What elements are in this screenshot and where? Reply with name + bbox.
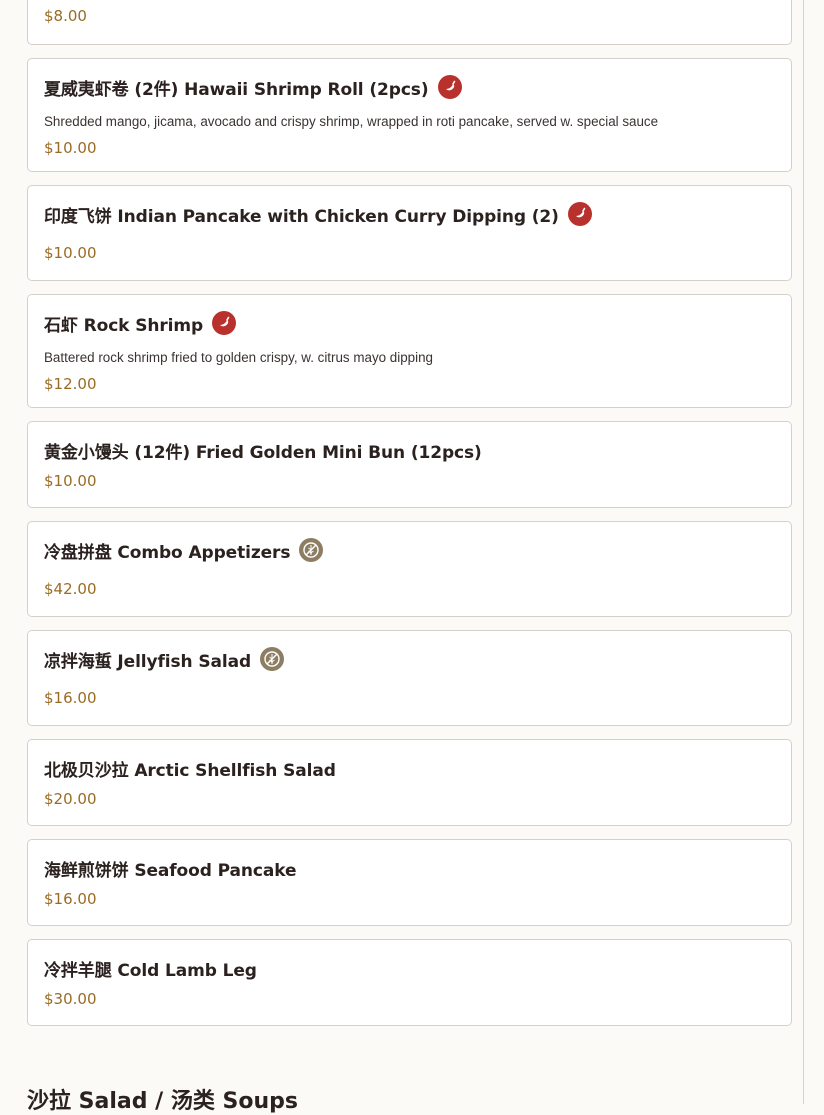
item-price: $8.00 [44, 7, 87, 25]
item-price: $20.00 [44, 790, 97, 808]
item-price: $10.00 [44, 472, 97, 490]
item-price: $30.00 [44, 990, 97, 1008]
gluten-free-icon [260, 647, 285, 671]
item-name: 夏威夷虾卷 (2件) Hawaii Shrimp Roll (2pcs) [44, 79, 429, 100]
gluten-free-icon [299, 538, 324, 562]
menu-item-list: $8.00 夏威夷虾卷 (2件) Hawaii Shrimp Roll (2pc… [27, 0, 792, 1039]
menu-item-card[interactable]: 海鲜煎饼饼 Seafood Pancake $16.00 [27, 839, 792, 926]
section-heading: 沙拉 Salad / 汤类 Soups [27, 1089, 298, 1114]
item-name: 印度飞饼 Indian Pancake with Chicken Curry D… [44, 206, 559, 227]
item-description: Battered rock shrimp fried to golden cri… [44, 350, 433, 365]
item-name: 冷拌羊腿 Cold Lamb Leg [44, 960, 257, 981]
page-divider [803, 0, 804, 1104]
chili-pepper-icon [437, 75, 462, 99]
item-price: $16.00 [44, 890, 97, 908]
item-price: $42.00 [44, 580, 97, 598]
item-price: $10.00 [44, 244, 97, 262]
menu-item-card[interactable]: 冷盘拼盘 Combo Appetizers $42.00 [27, 521, 792, 617]
item-name: 石虾 Rock Shrimp [44, 315, 204, 336]
item-name: 北极贝沙拉 Arctic Shellfish Salad [44, 760, 336, 781]
item-price: $10.00 [44, 139, 97, 157]
menu-item-card[interactable]: $8.00 [27, 0, 792, 45]
menu-item-card[interactable]: 印度飞饼 Indian Pancake with Chicken Curry D… [27, 185, 792, 281]
item-price: $16.00 [44, 689, 97, 707]
item-name: 凉拌海蜇 Jellyfish Salad [44, 651, 252, 672]
menu-item-card[interactable]: 冷拌羊腿 Cold Lamb Leg $30.00 [27, 939, 792, 1026]
menu-item-card[interactable]: 凉拌海蜇 Jellyfish Salad $16.00 [27, 630, 792, 726]
menu-item-card[interactable]: 黄金小馒头 (12件) Fried Golden Mini Bun (12pcs… [27, 421, 792, 508]
item-description: Shredded mango, jicama, avocado and cris… [44, 114, 659, 129]
chili-pepper-icon [212, 311, 237, 335]
menu-item-card[interactable]: 石虾 Rock Shrimp Battered rock shrimp frie… [27, 294, 792, 408]
item-price: $12.00 [44, 375, 97, 393]
item-name: 冷盘拼盘 Combo Appetizers [44, 542, 291, 563]
menu-item-card[interactable]: 北极贝沙拉 Arctic Shellfish Salad $20.00 [27, 739, 792, 826]
menu-item-card[interactable]: 夏威夷虾卷 (2件) Hawaii Shrimp Roll (2pcs) Shr… [27, 58, 792, 172]
item-name: 海鲜煎饼饼 Seafood Pancake [44, 860, 297, 881]
chili-pepper-icon [567, 202, 592, 226]
item-name: 黄金小馒头 (12件) Fried Golden Mini Bun (12pcs… [44, 442, 482, 463]
